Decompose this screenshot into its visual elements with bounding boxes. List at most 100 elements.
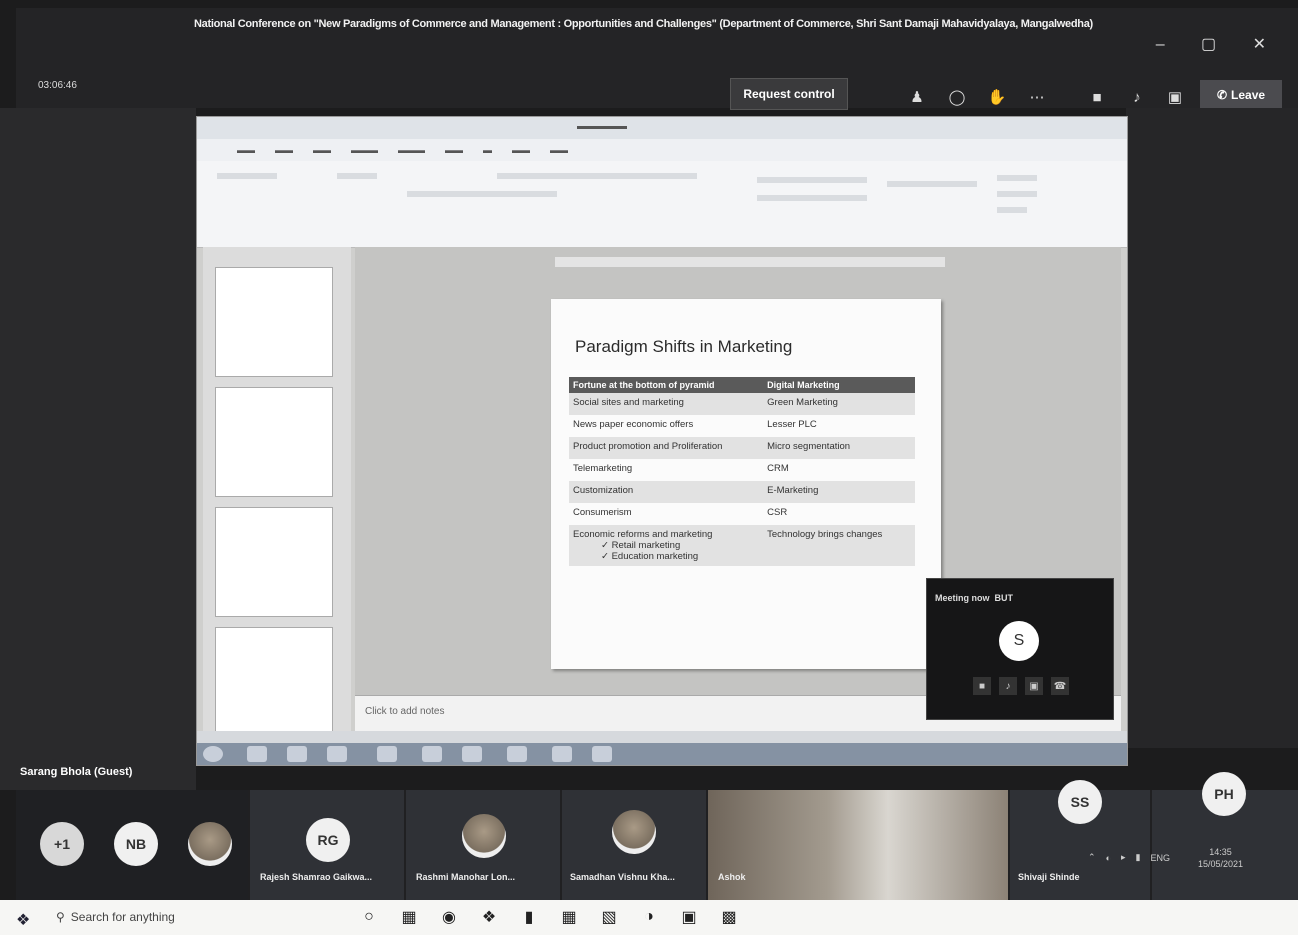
request-control-button[interactable]: Request control bbox=[730, 78, 848, 110]
ribbon-control[interactable] bbox=[887, 181, 977, 187]
language-indicator[interactable]: ENG bbox=[1150, 853, 1170, 863]
participant-tile[interactable]: SS Shivaji Shinde bbox=[1010, 780, 1150, 900]
slide-table: Fortune at the bottom of pyramid Digital… bbox=[569, 377, 915, 566]
ribbon-control[interactable] bbox=[757, 177, 867, 183]
ribbon-tab[interactable]: ▬▬ bbox=[237, 145, 255, 155]
share-icon[interactable]: ▣ bbox=[1164, 86, 1186, 108]
remote-app-icon[interactable] bbox=[247, 746, 267, 762]
remote-app-icon[interactable] bbox=[422, 746, 442, 762]
avatar bbox=[612, 810, 656, 854]
system-tray: ⌃ ◐ ▸ ▮ ENG bbox=[1088, 852, 1170, 863]
right-panel bbox=[1126, 108, 1298, 748]
ribbon-tab[interactable]: ▬ bbox=[483, 145, 492, 155]
ribbon-control[interactable] bbox=[337, 173, 377, 179]
people-icon[interactable]: ♟ bbox=[906, 86, 928, 108]
dropbox-icon[interactable]: ❖ bbox=[476, 904, 502, 930]
meeting-timer: 03:06:46 bbox=[38, 80, 77, 91]
participant-tile[interactable]: Rashmi Manohar Lon... bbox=[406, 790, 560, 900]
clock-time: 14:35 bbox=[1209, 847, 1232, 857]
cortana-icon[interactable]: ○ bbox=[356, 904, 382, 930]
battery-icon[interactable]: ▮ bbox=[1136, 852, 1141, 863]
slide-thumbnail[interactable] bbox=[215, 387, 333, 497]
raise-hand-icon[interactable]: ✋ bbox=[986, 86, 1008, 108]
share-icon[interactable]: ▣ bbox=[1025, 677, 1043, 695]
ribbon-tab[interactable]: ▬▬▬ bbox=[351, 145, 378, 155]
participant-video-tile[interactable]: Ashok bbox=[708, 790, 1008, 900]
meeting-title: National Conference on "New Paradigms of… bbox=[194, 18, 1093, 30]
ribbon-tab[interactable]: ▬▬ bbox=[550, 145, 568, 155]
search-placeholder: Search for anything bbox=[70, 910, 175, 924]
remote-app-icon[interactable] bbox=[592, 746, 612, 762]
taskbar-search[interactable]: ⚲ Search for anything bbox=[56, 904, 356, 930]
edge-icon[interactable]: ◑ bbox=[636, 904, 662, 930]
ribbon-tab[interactable]: ▬▬ bbox=[275, 145, 293, 155]
ribbon-control[interactable] bbox=[997, 207, 1027, 213]
lock-icon[interactable]: ◉ bbox=[436, 904, 462, 930]
avatar bbox=[462, 814, 506, 858]
camera-icon[interactable]: ■ bbox=[973, 677, 991, 695]
windows-start-icon[interactable]: ❖ bbox=[16, 910, 30, 930]
slide-thumbnail[interactable] bbox=[215, 507, 333, 617]
app-icon[interactable]: ▮ bbox=[516, 904, 542, 930]
volume-icon[interactable]: ▸ bbox=[1121, 852, 1126, 863]
ribbon-tab[interactable]: ▬▬ bbox=[445, 145, 463, 155]
mic-icon[interactable]: ♪ bbox=[1126, 86, 1148, 108]
system-clock[interactable]: 14:35 15/05/2021 bbox=[1198, 846, 1243, 870]
participant-name: Samadhan Vishnu Kha... bbox=[570, 872, 675, 882]
store-icon[interactable]: ▦ bbox=[556, 904, 582, 930]
ribbon-control[interactable] bbox=[997, 191, 1037, 197]
sub-item: ✓ Education marketing bbox=[601, 551, 699, 562]
office-icon[interactable]: ▣ bbox=[676, 904, 702, 930]
more-icon[interactable]: ⋯ bbox=[1026, 86, 1048, 108]
slide-title: Paradigm Shifts in Marketing bbox=[575, 337, 793, 356]
table-cell: Green Marketing bbox=[763, 393, 915, 415]
camera-icon[interactable]: ■ bbox=[1086, 86, 1108, 108]
remote-app-icon[interactable] bbox=[462, 746, 482, 762]
ribbon-control[interactable] bbox=[497, 173, 697, 179]
ribbon-control[interactable] bbox=[997, 175, 1037, 181]
meeting-now-controls: ■ ♪ ▣ ☎ bbox=[973, 677, 1069, 695]
wifi-icon[interactable]: ◐ bbox=[1106, 853, 1111, 863]
table-cell: Micro segmentation bbox=[763, 437, 915, 459]
avatar bbox=[188, 822, 232, 866]
teams-icon[interactable]: ▩ bbox=[716, 904, 742, 930]
meeting-now-popup[interactable]: Meeting now BUT S ■ ♪ ▣ ☎ bbox=[926, 578, 1114, 720]
ribbon-control[interactable] bbox=[217, 173, 277, 179]
current-slide[interactable]: Paradigm Shifts in Marketing Fortune at … bbox=[551, 299, 941, 669]
table-cell: Consumerism bbox=[573, 507, 632, 518]
participant-tile[interactable]: PH bbox=[1152, 772, 1298, 900]
leave-button[interactable]: ✆ Leave bbox=[1200, 80, 1282, 110]
participant-tile[interactable]: Samadhan Vishnu Kha... bbox=[562, 790, 706, 900]
remote-app-icon[interactable] bbox=[552, 746, 572, 762]
slide-thumbnail[interactable] bbox=[215, 627, 333, 737]
ribbon-tab[interactable]: ▬▬ bbox=[512, 145, 530, 155]
ribbon-control[interactable] bbox=[757, 195, 867, 201]
ribbon-tab[interactable]: ▬▬▬ bbox=[398, 145, 425, 155]
remote-app-icon[interactable] bbox=[287, 746, 307, 762]
chat-icon[interactable]: ◯ bbox=[946, 86, 968, 108]
task-view-icon[interactable]: ▦ bbox=[396, 904, 422, 930]
remote-app-icon[interactable] bbox=[507, 746, 527, 762]
ribbon-tabs[interactable]: ▬▬ ▬▬ ▬▬ ▬▬▬ ▬▬▬ ▬▬ ▬ ▬▬ ▬▬ bbox=[197, 139, 1127, 161]
ppt-title-placeholder: ▬▬▬▬▬ bbox=[577, 121, 627, 132]
remote-app-icon[interactable] bbox=[377, 746, 397, 762]
participant-tile[interactable]: RG Rajesh Shamrao Gaikwa... bbox=[250, 790, 404, 900]
taskbar-apps: ○ ▦ ◉ ❖ ▮ ▦ ▧ ◑ ▣ ▩ bbox=[356, 904, 742, 930]
left-panel bbox=[0, 108, 196, 790]
explorer-icon[interactable]: ▧ bbox=[596, 904, 622, 930]
ribbon-control[interactable] bbox=[407, 191, 557, 197]
ruler bbox=[555, 257, 945, 267]
table-cell: CRM bbox=[767, 463, 789, 474]
ribbon-tab[interactable]: ▬▬ bbox=[313, 145, 331, 155]
chevron-up-icon[interactable]: ⌃ bbox=[1088, 852, 1096, 863]
remote-app-icon[interactable] bbox=[327, 746, 347, 762]
window-controls[interactable]: – ▢ ✕ bbox=[1156, 34, 1282, 54]
hangup-icon[interactable]: ☎ bbox=[1051, 677, 1069, 695]
participant-tile[interactable]: +1 NB bbox=[16, 790, 248, 900]
sub-item: ✓ Retail marketing bbox=[601, 540, 681, 551]
remote-taskbar bbox=[197, 743, 1127, 765]
remote-start-icon[interactable] bbox=[203, 746, 223, 762]
participant-strip: +1 NB RG Rajesh Shamrao Gaikwa... Rashmi… bbox=[16, 772, 1298, 900]
slide-thumbnail[interactable] bbox=[215, 267, 333, 377]
mic-icon[interactable]: ♪ bbox=[999, 677, 1017, 695]
